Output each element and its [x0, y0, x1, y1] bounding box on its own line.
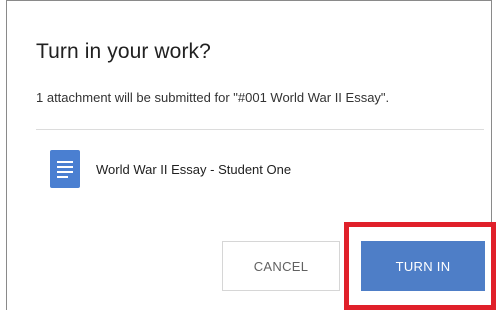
screen: Turn in your work? 1 attachment will be … — [0, 0, 496, 310]
google-doc-icon — [50, 150, 80, 188]
highlight-box — [344, 222, 496, 310]
dialog-subtitle: 1 attachment will be submitted for "#001… — [36, 90, 390, 105]
dialog-title: Turn in your work? — [36, 40, 211, 63]
divider — [36, 129, 484, 130]
attachment-item[interactable]: World War II Essay - Student One — [50, 150, 291, 188]
attachment-name: World War II Essay - Student One — [96, 161, 292, 177]
cancel-button[interactable]: CANCEL — [222, 241, 340, 291]
